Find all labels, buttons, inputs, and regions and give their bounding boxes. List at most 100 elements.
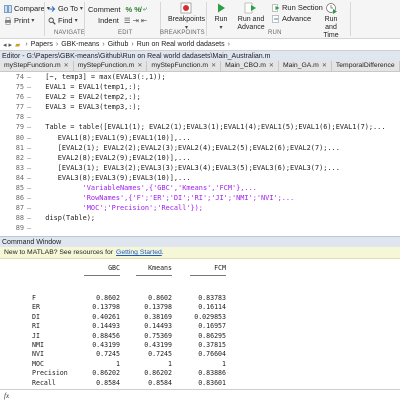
editor-tab[interactable]: TemporalDifference — [331, 61, 400, 71]
command-prompt[interactable]: fx — [0, 389, 400, 401]
goto-button[interactable]: Go To ▾ — [48, 4, 83, 13]
wrap-comment-icon: ⤶ — [142, 4, 148, 13]
getting-started-link[interactable]: Getting Started — [116, 249, 162, 256]
address-bar[interactable]: ◂ ▸ ▰ › Papers › GBK-means › Github › Ru… — [0, 39, 400, 51]
address-separator: › — [131, 41, 134, 48]
print-icon — [5, 17, 11, 25]
compare-icon — [4, 4, 12, 13]
print-button[interactable]: Print ▾ — [4, 16, 34, 25]
toolstrip-divider — [350, 2, 351, 36]
code-line: 84– EVAL3(8);EVAL3(9);EVAL3(10)],... — [0, 173, 400, 183]
run-section-label-footer: RUN — [268, 30, 282, 36]
editor-tab[interactable]: myStepFunction.m ✕ — [0, 61, 74, 71]
advance-button[interactable]: Advance — [272, 14, 311, 23]
close-icon[interactable]: ✕ — [211, 61, 216, 71]
fx-icon: fx — [4, 391, 10, 400]
code-line: 80– EVAL1(8);EVAL1(9);EVAL1(10)],... — [0, 133, 400, 143]
close-icon[interactable]: ✕ — [322, 61, 327, 71]
code-text: EVAL3 = EVAL3(temp3,:); — [37, 103, 141, 112]
line-number: 78 — [15, 113, 24, 122]
line-gutter-mark: – — [27, 103, 32, 112]
line-number: 83 — [15, 163, 24, 172]
code-line: 87– 'MOC';'Precision';'Recall'}); — [0, 203, 400, 213]
address-segment-run-folder[interactable]: Run on Real world dadasets — [137, 41, 225, 48]
comment-percent-icon: % — [125, 4, 133, 14]
goto-label: Go To — [58, 4, 78, 13]
address-segment-papers[interactable]: Papers — [31, 41, 53, 48]
header-underline — [136, 275, 172, 276]
code-line: 83– [EVAL3(1); EVAL3(2);EVAL3(3);EVAL3(4… — [0, 163, 400, 173]
comment-label: Comment — [88, 4, 121, 14]
line-gutter-mark: – — [27, 83, 32, 92]
indent-button[interactable]: Indent ☰ ⇥ ⇤ — [98, 16, 147, 25]
code-text: Table = table([EVAL1(1); EVAL2(1);EVAL3(… — [37, 123, 386, 132]
run-label: Run — [214, 16, 228, 23]
column-header-fcm: FCM — [214, 264, 226, 272]
tab-label: Main_GA.m — [282, 62, 319, 69]
indent-label: Indent — [98, 16, 119, 25]
indent-right-icon: ⇥ — [132, 16, 139, 25]
command-window-output[interactable]: GBC Kmeans FCM F 0.8602 0.8602 0.83783 ER 0.1… — [0, 259, 400, 389]
line-number: 79 — [15, 123, 24, 132]
line-gutter-mark: – — [27, 143, 32, 152]
line-number: 74 — [15, 73, 24, 81]
editor-tab[interactable]: Main_CBO.m ✕ — [221, 61, 279, 71]
editor-tabs: myStepFunction.m ✕ myStepFunction.m ✕ mySt… — [0, 61, 400, 72]
line-number: 76 — [15, 93, 24, 102]
code-line: 77– EVAL3 = EVAL3(temp3,:); — [0, 102, 400, 112]
header-underline — [190, 275, 226, 276]
breakpoints-button[interactable]: Breakpoints ▾ — [168, 2, 205, 32]
line-gutter-mark: – — [27, 194, 32, 203]
line-number: 89 — [15, 224, 24, 233]
address-separator: › — [102, 41, 105, 48]
address-separator: › — [25, 41, 28, 48]
find-button[interactable]: Find ▾ — [48, 16, 78, 25]
close-icon[interactable]: ✕ — [64, 61, 69, 71]
code-text: EVAL2(8);EVAL2(9);EVAL2(10)],... — [37, 153, 191, 162]
line-gutter-mark: – — [27, 93, 32, 102]
run-section-button[interactable]: Run Section — [272, 3, 323, 12]
editor-title: Editor - G:\Papers\GBK-means\Github\Run … — [2, 52, 271, 60]
line-gutter-mark: – — [27, 153, 32, 162]
editor-tab[interactable]: Main_GA.m ✕ — [278, 61, 332, 71]
run-and-time-label: Run and Time — [323, 16, 339, 39]
breakpoint-icon — [181, 2, 192, 14]
run-and-time-button[interactable]: Run and Time — [318, 2, 344, 40]
run-and-time-icon — [326, 3, 337, 14]
editor-tab[interactable]: myStepFunction.m ✕ — [147, 61, 222, 71]
line-number: 77 — [15, 103, 24, 112]
code-line: 85– 'VariableNames',{'GBC','Kmeans','FCM… — [0, 183, 400, 193]
tab-label: myStepFunction.m — [77, 62, 135, 69]
line-number: 88 — [15, 214, 24, 223]
compare-button[interactable]: Compare ▾ — [4, 4, 50, 13]
comment-button[interactable]: Comment % %̸ ⤶ — [88, 4, 147, 14]
code-text: [EVAL2(1); EVAL2(2);EVAL2(3);EVAL2(4);EV… — [37, 143, 340, 152]
breakpoints-section-label: BREAKPOINTS — [160, 30, 205, 36]
editor-tab[interactable]: myStepFunction.m ✕ — [73, 61, 148, 71]
code-line: 79– Table = table([EVAL1(1); EVAL2(1);EV… — [0, 122, 400, 132]
run-and-advance-button[interactable]: Run and Advance — [236, 2, 266, 32]
run-section-icon — [272, 3, 280, 12]
code-editor[interactable]: 74– [~, temp3] = max(EVAL3(:,1)); 75– EVA… — [0, 72, 400, 234]
run-button[interactable]: Run ▾ — [214, 2, 228, 32]
row-label: Recall — [32, 378, 56, 387]
tab-label: myStepFunction.m — [4, 62, 61, 69]
table-cell: 0.83601 — [198, 378, 226, 387]
notice-text: New to MATLAB? See resources for — [4, 249, 114, 256]
advance-label: Advance — [282, 14, 312, 23]
header-underline — [84, 275, 120, 276]
command-input[interactable] — [15, 392, 375, 400]
column-header-kmeans: Kmeans — [148, 264, 172, 272]
tab-label: TemporalDifference — [335, 62, 395, 69]
address-segment-github[interactable]: Github — [108, 41, 129, 48]
code-line: 78– — [0, 112, 400, 122]
code-text: disp(Table); — [37, 214, 96, 223]
address-separator: › — [55, 41, 59, 48]
table-cell: 0.8584 — [96, 378, 120, 387]
code-text: [EVAL3(1); EVAL3(2);EVAL3(3);EVAL3(4);EV… — [37, 163, 340, 172]
code-text: EVAL1 = EVAL1(temp1,:); — [37, 83, 141, 92]
close-icon[interactable]: ✕ — [137, 61, 142, 71]
address-nav-arrows[interactable]: ◂ ▸ — [3, 41, 12, 49]
close-icon[interactable]: ✕ — [269, 61, 274, 71]
address-segment-gbk-means[interactable]: GBK-means — [61, 41, 99, 48]
